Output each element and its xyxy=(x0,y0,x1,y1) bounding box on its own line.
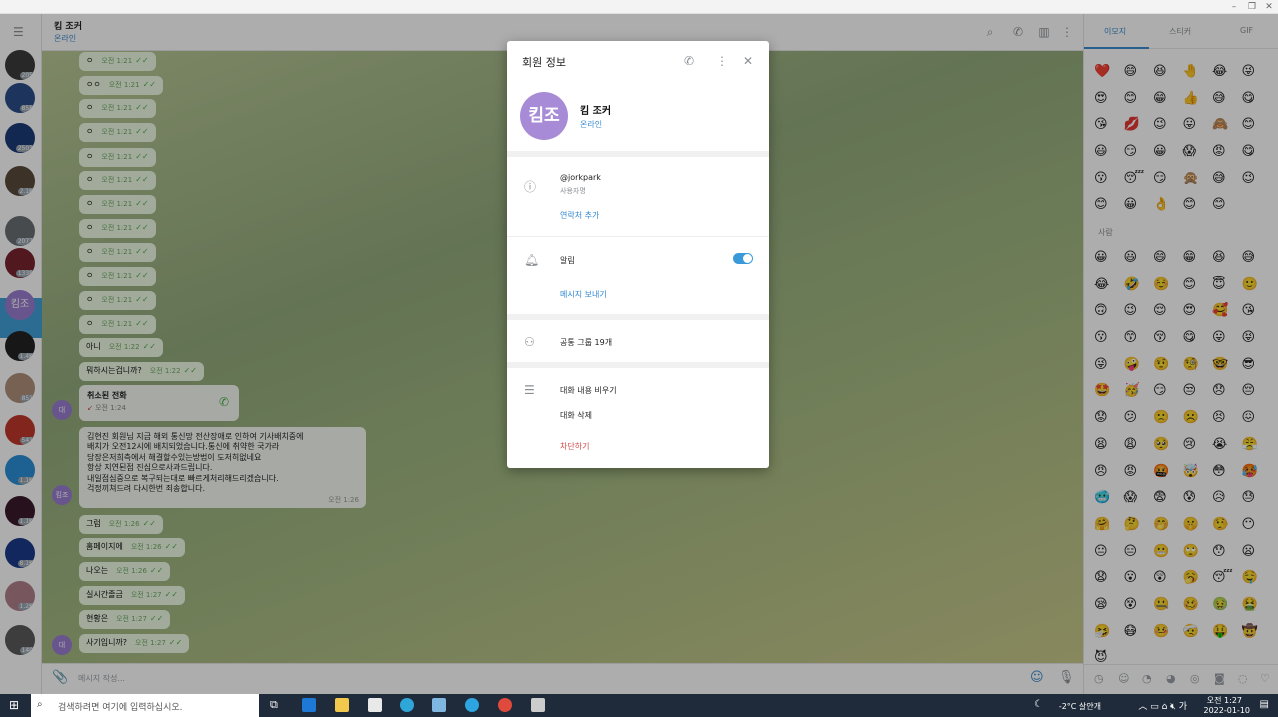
section-divider xyxy=(507,151,769,157)
windows-taskbar: ⊞ ⌕ 검색하려면 여기에 입력하십시오. ⧉ ☾ -2°C 살얀개 ︿ ▭ ⌂… xyxy=(0,694,1278,717)
send-message-link[interactable]: 메시지 보내기 xyxy=(560,289,607,300)
store-app-icon[interactable] xyxy=(368,698,382,712)
group-icon: ⚇ xyxy=(524,335,535,349)
add-contact-link[interactable]: 연락처 추가 xyxy=(560,210,599,221)
weather-icon: ☾ xyxy=(1034,699,1043,710)
bell-icon: 🔔︎ xyxy=(524,253,540,267)
weather-text[interactable]: -2°C 살얀개 xyxy=(1059,701,1101,712)
chrome-browser-icon[interactable] xyxy=(498,698,512,712)
calculator-app-icon[interactable] xyxy=(531,698,545,712)
clock-time[interactable]: 오전 1:27 xyxy=(1207,695,1242,706)
minimize-button[interactable]: – xyxy=(1227,1,1241,13)
profile-name: 킴 조커 xyxy=(580,106,612,117)
user-info-modal: 회원 정보 ✆ ⋮ ✕ 킴조 킴 조커 온라인 ⓘ @jorkpark 사용자명… xyxy=(507,41,769,468)
block-user-button[interactable]: 차단하기 xyxy=(560,441,589,452)
tray-icons[interactable]: ︿ ▭ ⌂ 🔇︎ 가 xyxy=(1138,699,1187,712)
window-title-bar: – ❐ ✕ xyxy=(0,0,1278,14)
edge-browser-icon[interactable] xyxy=(400,698,414,712)
row-divider xyxy=(507,236,769,237)
common-groups[interactable]: 공통 그룹 19개 xyxy=(560,337,612,348)
search-icon: ⌕ xyxy=(37,699,43,710)
file-explorer-icon[interactable] xyxy=(335,698,349,712)
username-label: 사용자명 xyxy=(560,187,586,195)
mail-app-icon[interactable] xyxy=(302,698,316,712)
delete-chat-button[interactable]: 대화 삭제 xyxy=(560,410,592,421)
username[interactable]: @jorkpark xyxy=(560,173,601,182)
section-divider xyxy=(507,314,769,320)
info-icon: ⓘ xyxy=(524,180,537,194)
call-icon[interactable]: ✆ xyxy=(684,54,694,68)
clear-history-button[interactable]: 대화 내용 비우기 xyxy=(560,385,617,396)
list-icon: ☰ xyxy=(524,383,535,397)
restore-button[interactable]: ❐ xyxy=(1245,1,1259,13)
task-view-icon[interactable]: ⧉ xyxy=(270,698,278,712)
telegram-app-icon[interactable] xyxy=(465,698,479,712)
close-window-button[interactable]: ✕ xyxy=(1262,1,1276,13)
notifications-label: 알림 xyxy=(560,256,575,265)
modal-title: 회원 정보 xyxy=(522,56,566,69)
app-icon[interactable] xyxy=(432,698,446,712)
taskbar-search[interactable]: ⌕ 검색하려면 여기에 입력하십시오. xyxy=(31,694,259,717)
close-icon[interactable]: ✕ xyxy=(743,54,753,68)
start-icon[interactable]: ⊞ xyxy=(9,698,19,712)
modal-backdrop-left[interactable] xyxy=(0,14,42,694)
notifications-toggle[interactable] xyxy=(733,253,753,264)
search-placeholder: 검색하려면 여기에 입력하십시오. xyxy=(58,703,183,713)
clock-date[interactable]: 2022-01-10 xyxy=(1204,706,1251,715)
notification-icon[interactable]: ▤ xyxy=(1260,699,1269,710)
profile-status: 온라인 xyxy=(580,120,603,129)
profile-avatar[interactable]: 킴조 xyxy=(520,92,568,140)
more-icon[interactable]: ⋮ xyxy=(716,54,728,68)
section-divider xyxy=(507,362,769,368)
